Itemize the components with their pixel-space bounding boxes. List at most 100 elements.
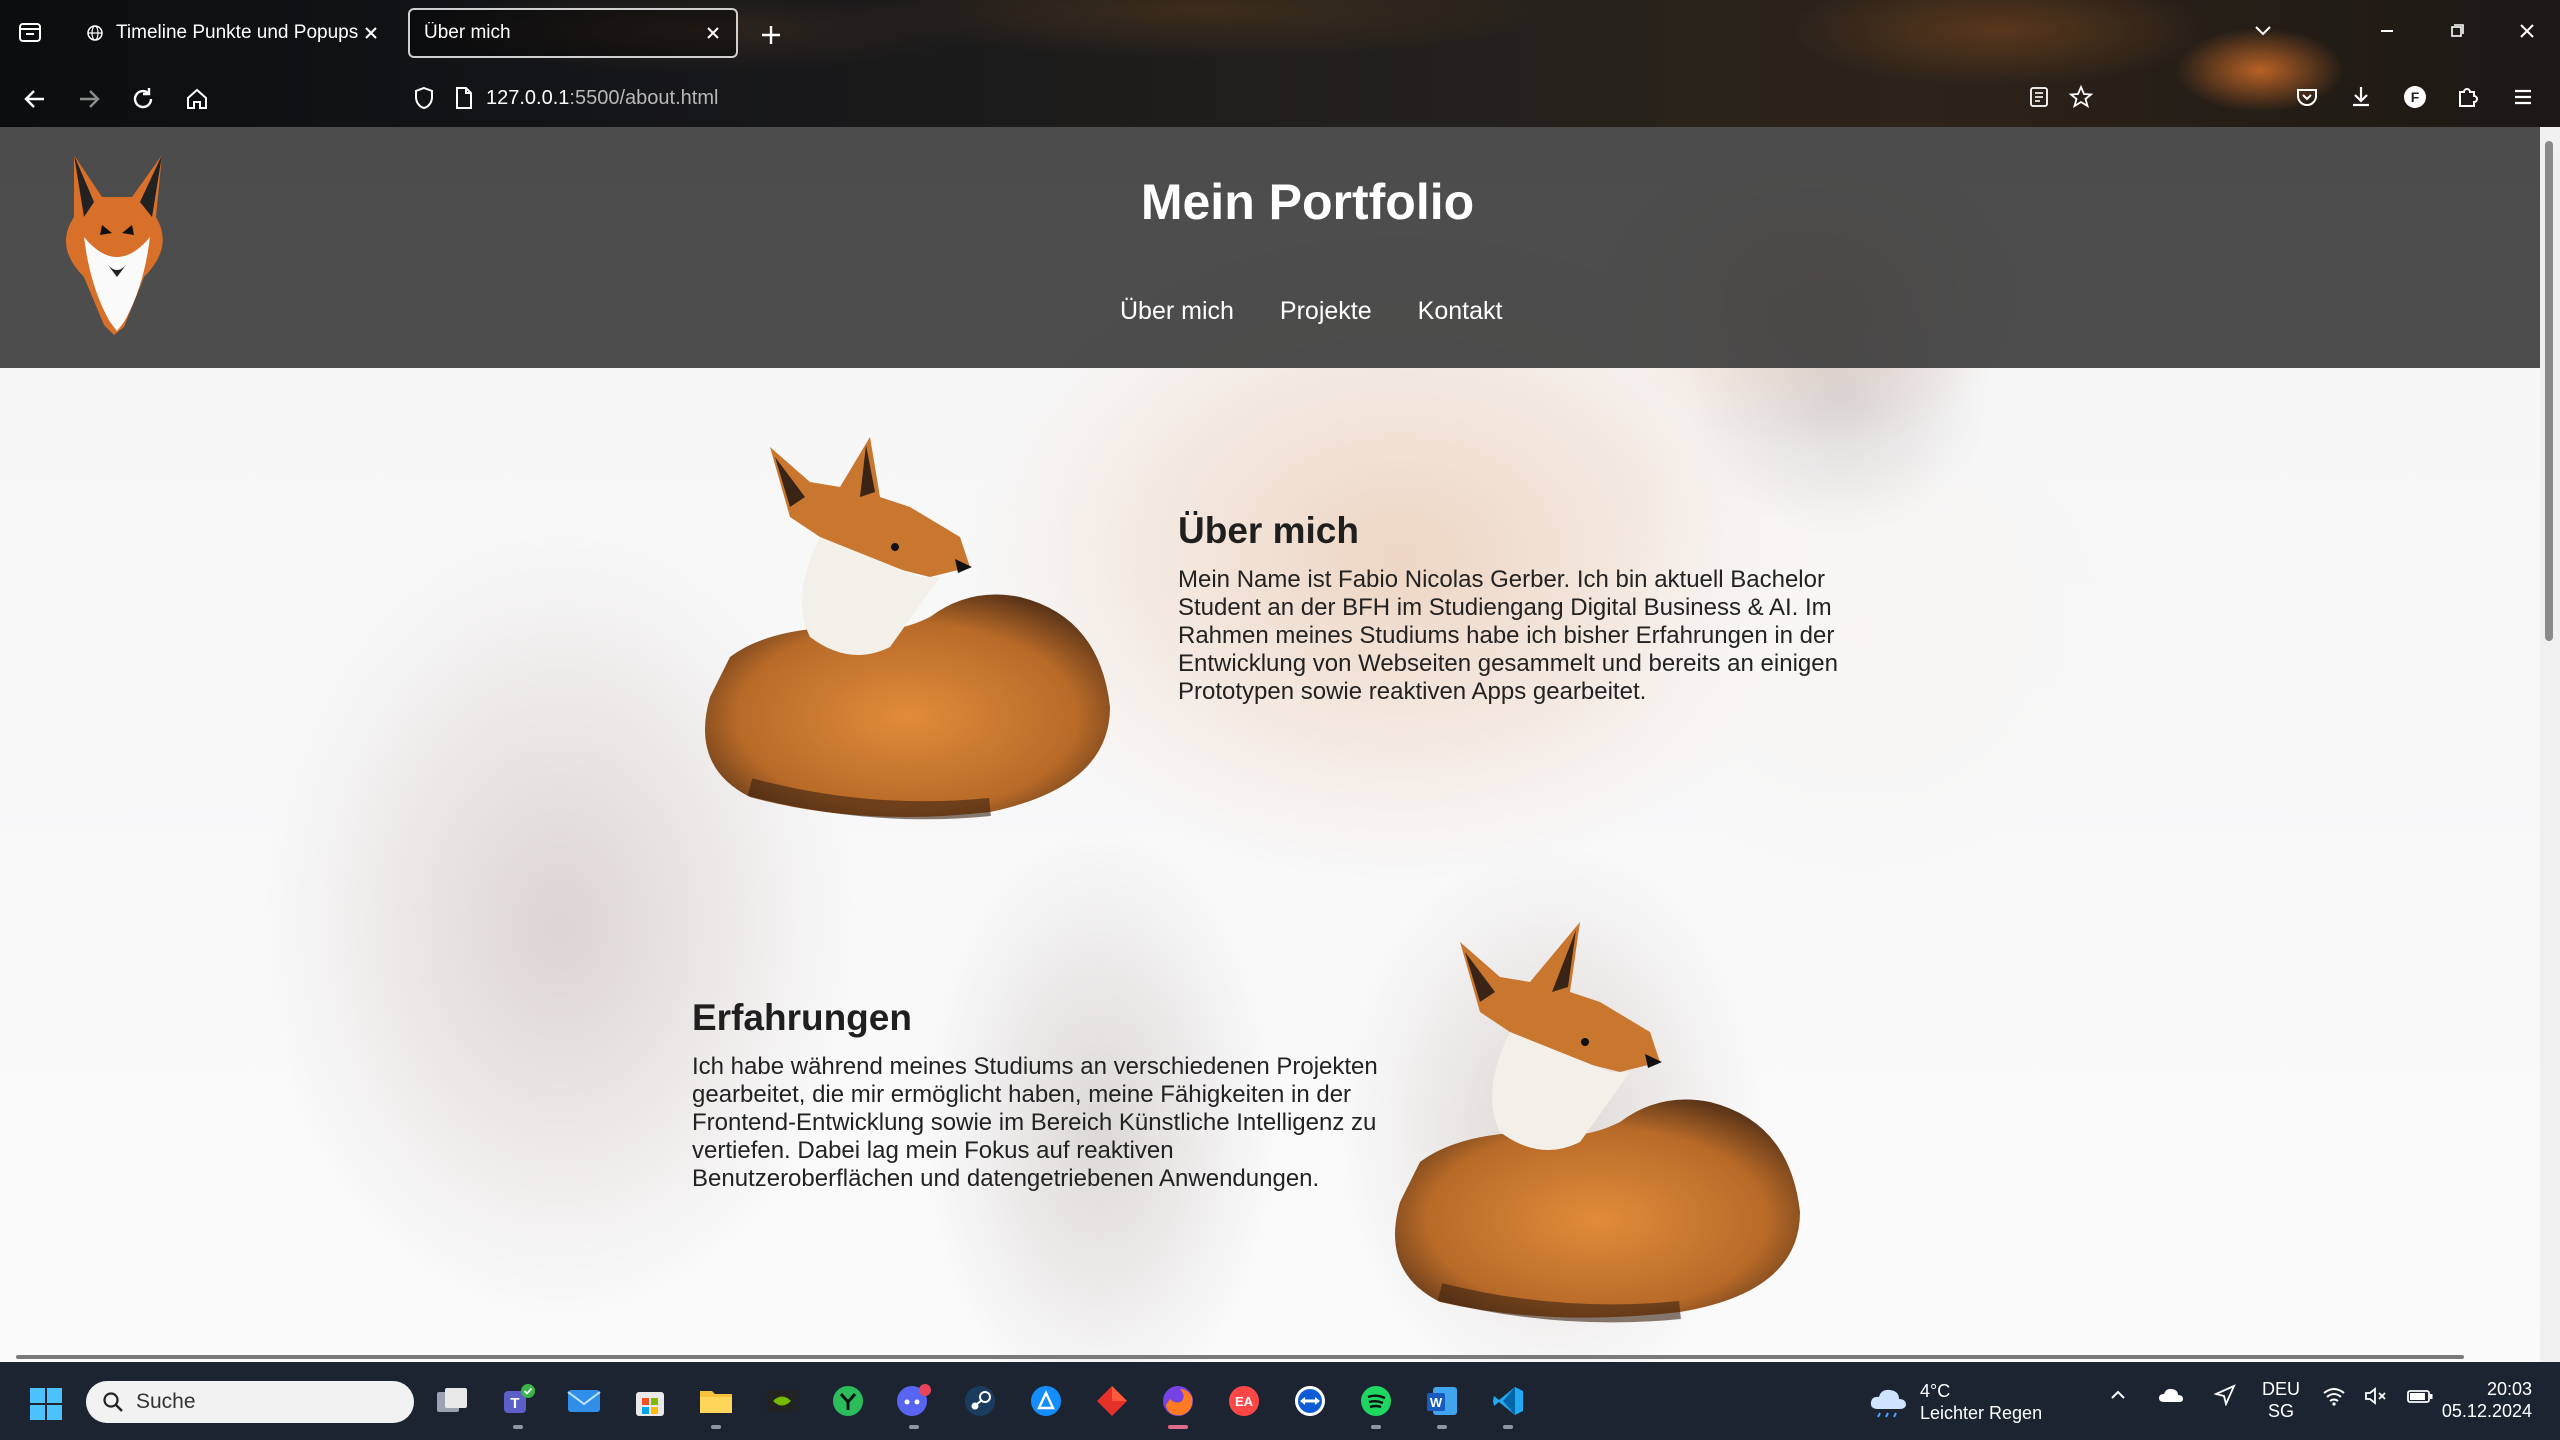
bookmark-star-icon[interactable] — [2064, 80, 2098, 114]
pocket-icon[interactable] — [2290, 80, 2324, 114]
svg-text:F: F — [2411, 89, 2420, 105]
menu-icon[interactable] — [2506, 80, 2540, 114]
nav-link-projekte[interactable]: Projekte — [1280, 297, 1372, 326]
experience-section: Erfahrungen Ich habe während meines Stud… — [692, 997, 1392, 1193]
close-tab-icon[interactable] — [700, 20, 726, 46]
weather-temp: 4°C — [1920, 1381, 1951, 1401]
experience-heading: Erfahrungen — [692, 997, 912, 1038]
battlenet-icon[interactable] — [1026, 1381, 1066, 1421]
taskbar-search-input[interactable]: Suche — [86, 1381, 414, 1423]
app-red-diamond-icon[interactable] — [1092, 1381, 1132, 1421]
taskbar: Suche T EA W 4°C Leichter Regen DEU SG 2… — [0, 1362, 2560, 1440]
new-tab-icon[interactable] — [756, 20, 786, 50]
running-indicator — [1437, 1425, 1447, 1429]
nav-link-ueber-mich[interactable]: Über mich — [1120, 297, 1234, 326]
running-indicator — [1371, 1425, 1381, 1429]
vertical-scrollbar[interactable] — [2540, 127, 2560, 1362]
chevron-down-icon[interactable] — [2248, 16, 2278, 46]
ea-icon[interactable]: EA — [1224, 1381, 1264, 1421]
url-host: 127.0.0.1 — [486, 86, 570, 109]
tab-title: Timeline Punkte und Popups — [116, 22, 358, 43]
about-section: Über mich Mein Name ist Fabio Nicolas Ge… — [1178, 510, 1868, 706]
page-icon[interactable] — [454, 86, 474, 110]
svg-text:EA: EA — [1235, 1394, 1254, 1409]
search-placeholder: Suche — [136, 1390, 196, 1413]
back-icon[interactable] — [18, 82, 52, 116]
app-green-icon[interactable] — [828, 1381, 868, 1421]
address-bar[interactable]: 127.0.0.1:5500/about.html — [404, 76, 2064, 120]
battery-icon — [2406, 1386, 2434, 1406]
mail-icon[interactable] — [564, 1381, 604, 1421]
url-text[interactable]: 127.0.0.1:5500/about.html — [486, 87, 718, 110]
page-viewport: Mein Portfolio Über mich Projekte Kontak… — [0, 127, 2540, 1362]
site-header: Mein Portfolio Über mich Projekte Kontak… — [0, 127, 2540, 368]
horizontal-scrollbar[interactable] — [0, 1350, 2540, 1362]
clock-time: 20:03 — [2486, 1379, 2532, 1399]
quick-settings[interactable] — [2322, 1386, 2434, 1406]
reader-view-icon[interactable] — [2022, 80, 2056, 114]
download-icon[interactable] — [2344, 80, 2378, 114]
reload-icon[interactable] — [126, 82, 160, 116]
system-tray — [2108, 1384, 2236, 1406]
site-nav: Über mich Projekte Kontakt — [1120, 297, 1502, 326]
clock[interactable]: 20:03 05.12.2024 — [2440, 1378, 2532, 1422]
nav-link-kontakt[interactable]: Kontakt — [1418, 297, 1503, 326]
running-indicator — [909, 1425, 919, 1429]
nvidia-icon[interactable] — [762, 1381, 802, 1421]
word-icon[interactable]: W — [1422, 1381, 1462, 1429]
experience-text: Ich habe während meines Studiums an vers… — [692, 1053, 1378, 1192]
url-path: :5500/about.html — [569, 86, 719, 109]
teamviewer-icon[interactable] — [1290, 1381, 1330, 1421]
account-avatar-icon[interactable]: F — [2398, 80, 2432, 114]
wifi-icon — [2322, 1386, 2346, 1406]
home-icon[interactable] — [180, 82, 214, 116]
minimize-icon[interactable] — [2372, 16, 2402, 46]
weather-widget[interactable]: 4°C Leichter Regen — [1868, 1380, 2042, 1424]
running-indicator — [513, 1425, 523, 1429]
close-tab-icon[interactable] — [358, 20, 384, 46]
svg-text:T: T — [510, 1395, 519, 1412]
discord-icon[interactable] — [894, 1381, 934, 1429]
globe-icon — [84, 22, 106, 44]
scrollbar-thumb[interactable] — [2545, 141, 2553, 641]
about-text: Mein Name ist Fabio Nicolas Gerber. Ich … — [1178, 566, 1838, 705]
tab-list-icon[interactable] — [16, 18, 44, 46]
vscode-icon[interactable] — [1488, 1381, 1528, 1429]
spotify-icon[interactable] — [1356, 1381, 1396, 1429]
clock-date: 05.12.2024 — [2441, 1401, 2532, 1421]
file-explorer-icon[interactable] — [696, 1381, 736, 1429]
site-title: Mein Portfolio — [1140, 174, 1475, 230]
browser-toolbar: Timeline Punkte und Popups Über mich 127… — [0, 0, 2560, 128]
steam-icon[interactable] — [960, 1381, 1000, 1421]
restore-icon[interactable] — [2442, 16, 2472, 46]
fox-image — [1380, 912, 1820, 1332]
svg-text:W: W — [1430, 1395, 1443, 1410]
keyboard-layout: SG — [2268, 1401, 2295, 1421]
language-indicator[interactable]: DEU SG — [2262, 1378, 2300, 1422]
forward-icon[interactable] — [72, 82, 106, 116]
tab-title: Über mich — [424, 22, 511, 43]
close-window-icon[interactable] — [2512, 16, 2542, 46]
chevron-up-icon[interactable] — [2108, 1385, 2128, 1405]
shield-icon[interactable] — [412, 85, 436, 111]
store-icon[interactable] — [630, 1381, 670, 1421]
task-view-icon[interactable] — [432, 1381, 472, 1421]
running-indicator — [711, 1425, 721, 1429]
language-code: DEU — [2262, 1379, 2301, 1399]
firefox-icon[interactable] — [1158, 1381, 1198, 1429]
teams-icon[interactable]: T — [498, 1381, 538, 1429]
extensions-icon[interactable] — [2450, 80, 2484, 114]
fox-image — [690, 427, 1130, 827]
weather-desc: Leichter Regen — [1920, 1403, 2043, 1423]
running-indicator — [1168, 1425, 1188, 1429]
location-icon[interactable] — [2214, 1384, 2236, 1406]
cloud-rain-icon — [1868, 1385, 1908, 1419]
tab-timeline[interactable]: Timeline Punkte und Popups — [68, 8, 394, 58]
volume-muted-icon — [2364, 1386, 2388, 1406]
onedrive-icon[interactable] — [2158, 1386, 2184, 1404]
about-heading: Über mich — [1178, 510, 1359, 551]
tab-ueber-mich[interactable]: Über mich — [408, 8, 738, 58]
running-indicator — [1503, 1425, 1513, 1429]
windows-start-icon[interactable] — [28, 1386, 64, 1422]
scrollbar-thumb[interactable] — [16, 1355, 2464, 1359]
